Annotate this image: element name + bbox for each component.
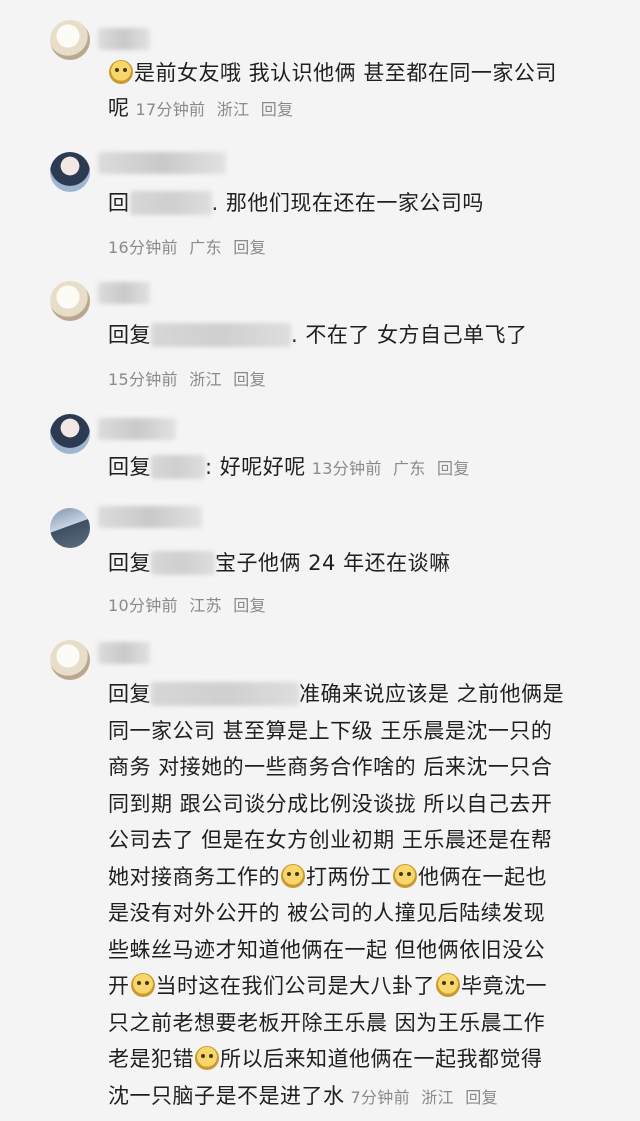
redacted-name [129,191,212,215]
emoji-icon [195,1046,219,1070]
girl-avatar-icon[interactable] [50,414,90,454]
pet-avatar-icon[interactable] [50,281,90,321]
redacted-name [151,323,291,347]
reply-link[interactable]: 回复 [233,370,266,389]
username-redacted[interactable] [98,28,150,50]
girl-avatar-icon[interactable] [50,152,90,192]
sky-avatar-icon[interactable] [50,508,90,548]
comment-meta: 16分钟前 广东 回复 [108,238,266,257]
pet-avatar-icon[interactable] [50,20,90,60]
username-redacted[interactable] [98,152,226,174]
reply-link[interactable]: 回复 [261,100,294,119]
redacted-name [151,455,205,479]
emoji-icon [281,863,305,888]
redacted-name [151,682,299,706]
redacted-name [151,551,215,575]
emoji-icon [436,973,460,997]
comment-meta: 13分钟前 广东 回复 [311,459,470,478]
emoji-icon [130,973,155,997]
username-redacted[interactable] [98,282,150,304]
comment-meta: 15分钟前 浙江 回复 [108,370,266,389]
comment-text: 回. 那他们现在还在一家公司吗 [108,191,484,215]
comment-text: 回复. 不在了 女方自己单飞了 [108,323,528,347]
comment-text: 回复 准确来说应该是 之前他俩是 同一家公司 甚至算是上下级 王乐晨是沈一只的 商… [108,682,565,1108]
pet-avatar-icon[interactable] [50,640,90,680]
reply-link[interactable]: 回复 [233,596,266,615]
comment-meta: 17分钟前 浙江 回复 [135,100,294,119]
username-redacted[interactable] [98,506,202,528]
username-redacted[interactable] [98,642,150,664]
comment-meta: 7分钟前 浙江 回复 [350,1087,498,1107]
comment-meta: 10分钟前 江苏 回复 [108,596,266,615]
reply-link[interactable]: 回复 [437,459,470,478]
emoji-icon [109,60,133,84]
comment-text: 回复 宝子他俩 24 年还在谈嘛 [108,551,451,575]
reply-link[interactable]: 回复 [465,1088,498,1107]
reply-link[interactable]: 回复 [233,238,266,257]
comment-text: 是前女友哦 我认识他俩 甚至都在同一家公司 呢 17分钟前 浙江 回复 [108,60,557,120]
username-redacted[interactable] [98,418,176,440]
comment-text: 回复: 好呢好呢 13分钟前 广东 回复 [108,455,470,479]
emoji-icon [393,863,417,888]
